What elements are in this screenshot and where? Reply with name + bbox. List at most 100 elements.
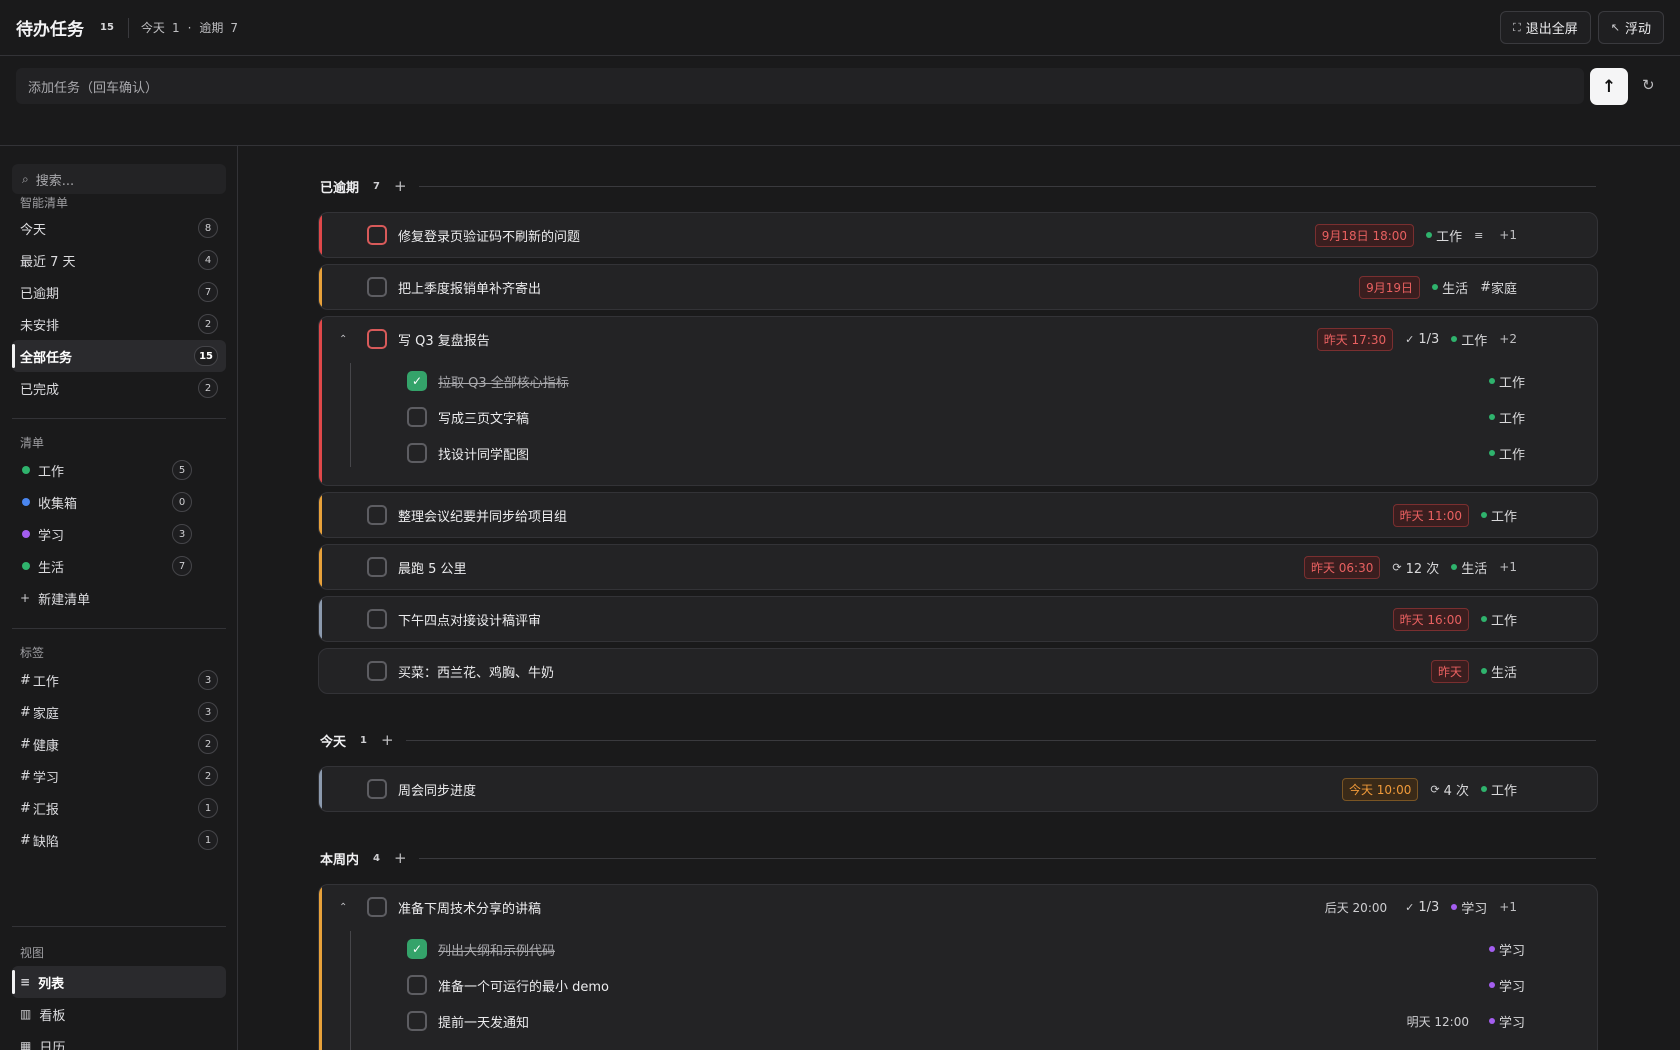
task-total-count: 15 [100,22,114,33]
smart-item-unscheduled[interactable]: 未安排 2 [12,308,226,340]
task-meta: 今天 10:00 ⟳ 4 次 工作 [1341,777,1517,801]
count-badge: 3 [172,524,192,544]
smart-lists-title: 智能清单 [20,196,69,210]
submit-task-button[interactable]: ↑ [1590,68,1628,105]
divider [127,17,129,38]
task-card[interactable]: 买菜：西兰花、鸡胸、牛奶 昨天 生活 [318,648,1598,694]
subtask-title: 找设计同学配图 [438,447,530,463]
exit-fullscreen-button[interactable]: ⛶ 退出全屏 [1500,11,1591,44]
task-card[interactable]: 把上季度报销单补齐寄出 9月19日 生活 # 家庭 [318,264,1598,310]
list-item-study[interactable]: 学习 3 [12,518,226,550]
task-checkbox[interactable] [367,779,387,799]
subtask-row[interactable]: 找设计同学配图 工作 [319,435,1597,471]
subtask-row[interactable]: 写成三页文字稿 工作 [319,399,1597,435]
task-meta: 9月18日 18:00 工作 ≡ +1 [1314,223,1517,247]
list-chip-label: 工作 [1490,613,1517,629]
list-item-inbox[interactable]: 收集箱 0 [12,486,226,518]
subtask-row[interactable]: 准备一个可运行的最小 demo 学习 [319,967,1597,1003]
smart-item-all[interactable]: 全部任务 15 [12,340,226,372]
subtask-progress: ✓ 1/3 [1405,900,1439,915]
view-item-kanban[interactable]: ▥ 看板 [12,998,226,1030]
smart-item-label: 未安排 [20,318,60,334]
task-meta: 昨天 06:30 ⟳ 12 次 生活 +1 [1303,555,1517,579]
list-chip: 学习 [1488,976,1525,995]
lists-title: 清单 [20,436,45,450]
subtask-row[interactable]: 提前一天发通知 明天 12:00 学习 [319,1003,1597,1039]
task-checkbox[interactable] [367,557,387,577]
task-title: 晨跑 5 公里 [398,561,467,577]
task-card[interactable]: 修复登录页验证码不刷新的问题 9月18日 18:00 工作 ≡ +1 [318,212,1598,258]
chevron-up-icon[interactable]: ⌃ [339,902,347,913]
views-title: 视图 [20,946,45,960]
hash-icon: # [20,672,31,688]
group-add-button[interactable]: + [381,731,394,749]
subtask-checkbox[interactable] [407,975,427,995]
task-card[interactable]: 整理会议纪要并同步给项目组 昨天 11:00 工作 [318,492,1598,538]
list-color-dot [1488,982,1495,988]
subtask-row[interactable]: ✓ 列出大纲和示例代码 学习 [319,931,1597,967]
add-task-input[interactable]: 添加任务（回车确认） [16,68,1584,104]
task-checkbox[interactable] [367,277,387,297]
group-add-button[interactable]: + [394,177,407,195]
new-list-button[interactable]: + 新建清单 [12,582,226,614]
subtask-checkbox[interactable] [407,407,427,427]
task-card[interactable]: 下午四点对接设计稿评审 昨天 16:00 工作 [318,596,1598,642]
plus-icon: + [20,591,31,605]
group-title: 本周内 [320,852,360,868]
task-checkbox[interactable] [367,897,387,917]
list-chip: 学习 [1451,898,1487,917]
task-card[interactable]: ⌃ 准备下周技术分享的讲稿 后天 20:00 ✓ 1/3 学习 +1 ✓ 列出大纲… [318,884,1598,1050]
tag-item-report[interactable]: # 汇报 1 [12,792,226,824]
task-card[interactable]: 晨跑 5 公里 昨天 06:30 ⟳ 12 次 生活 +1 [318,544,1598,590]
subtask-checkbox[interactable] [407,1011,427,1031]
smart-item-overdue[interactable]: 已逾期 7 [12,276,226,308]
smart-item-today[interactable]: 今天 8 [12,212,226,244]
smart-item-label: 已逾期 [20,286,60,302]
task-checkbox[interactable] [367,505,387,525]
list-chip: 生活 [1432,278,1468,297]
hash-icon: # [20,736,31,752]
smart-item-7days[interactable]: 最近 7 天 4 [12,244,226,276]
task-checkbox[interactable] [367,329,387,349]
subtask-checkbox-checked[interactable]: ✓ [407,939,427,959]
count-badge: 1 [198,798,218,818]
chevron-up-icon[interactable]: ⌃ [339,334,347,345]
list-item-work[interactable]: 工作 5 [12,454,226,486]
exit-fullscreen-icon: ⛶ [1513,20,1521,34]
view-item-list[interactable]: ≡ 列表 [12,966,226,998]
subtask-title: 列出大纲和示例代码 [438,943,556,959]
count-badge: 2 [198,766,218,786]
count-badge: 4 [198,250,218,270]
task-card[interactable]: ⌃ 写 Q3 复盘报告 昨天 17:30 ✓ 1/3 工作 +2 ✓ 拉取 Q3 … [318,316,1598,486]
subtask-row[interactable]: ✓ 拉取 Q3 全部核心指标 工作 [319,363,1597,399]
task-meta: 昨天 17:30 ✓ 1/3 工作 +2 [1316,327,1517,351]
task-checkbox[interactable] [367,225,387,245]
smart-item-completed[interactable]: 已完成 2 [12,372,226,404]
tag-item-bug[interactable]: # 缺陷 1 [12,824,226,856]
group-title: 已逾期 [320,180,360,196]
smart-item-label: 最近 7 天 [20,254,76,270]
tag-item-work[interactable]: # 工作 3 [12,664,226,696]
list-chip: 工作 [1488,408,1525,427]
due-date-badge: 昨天 [1430,659,1469,683]
tag-item-study[interactable]: # 学习 2 [12,760,226,792]
list-chip-label: 学习 [1461,901,1488,917]
task-card[interactable]: 周会同步进度 今天 10:00 ⟳ 4 次 工作 [318,766,1598,812]
subtask-checkbox[interactable] [407,443,427,463]
subtask-checkbox-checked[interactable]: ✓ [407,371,427,391]
list-chip: 生活 [1480,662,1517,681]
top-stats: 今天 1 · 逾期 7 [141,19,238,36]
group-add-button[interactable]: + [394,849,407,867]
task-checkbox[interactable] [367,609,387,629]
tag-label: 健康 [32,738,59,754]
count-badge: 5 [172,460,192,480]
tag-item-family[interactable]: # 家庭 3 [12,696,226,728]
refresh-icon[interactable]: ↻ [1642,76,1655,94]
search-input[interactable]: ⌕ 搜索... [12,164,226,194]
task-meta: 昨天 11:00 工作 [1392,503,1517,527]
task-checkbox[interactable] [367,661,387,681]
float-button[interactable]: ↖ 浮动 [1597,11,1664,44]
list-item-life[interactable]: 生活 7 [12,550,226,582]
view-item-calendar[interactable]: ▦ 日历 [12,1030,226,1050]
tag-item-health[interactable]: # 健康 2 [12,728,226,760]
